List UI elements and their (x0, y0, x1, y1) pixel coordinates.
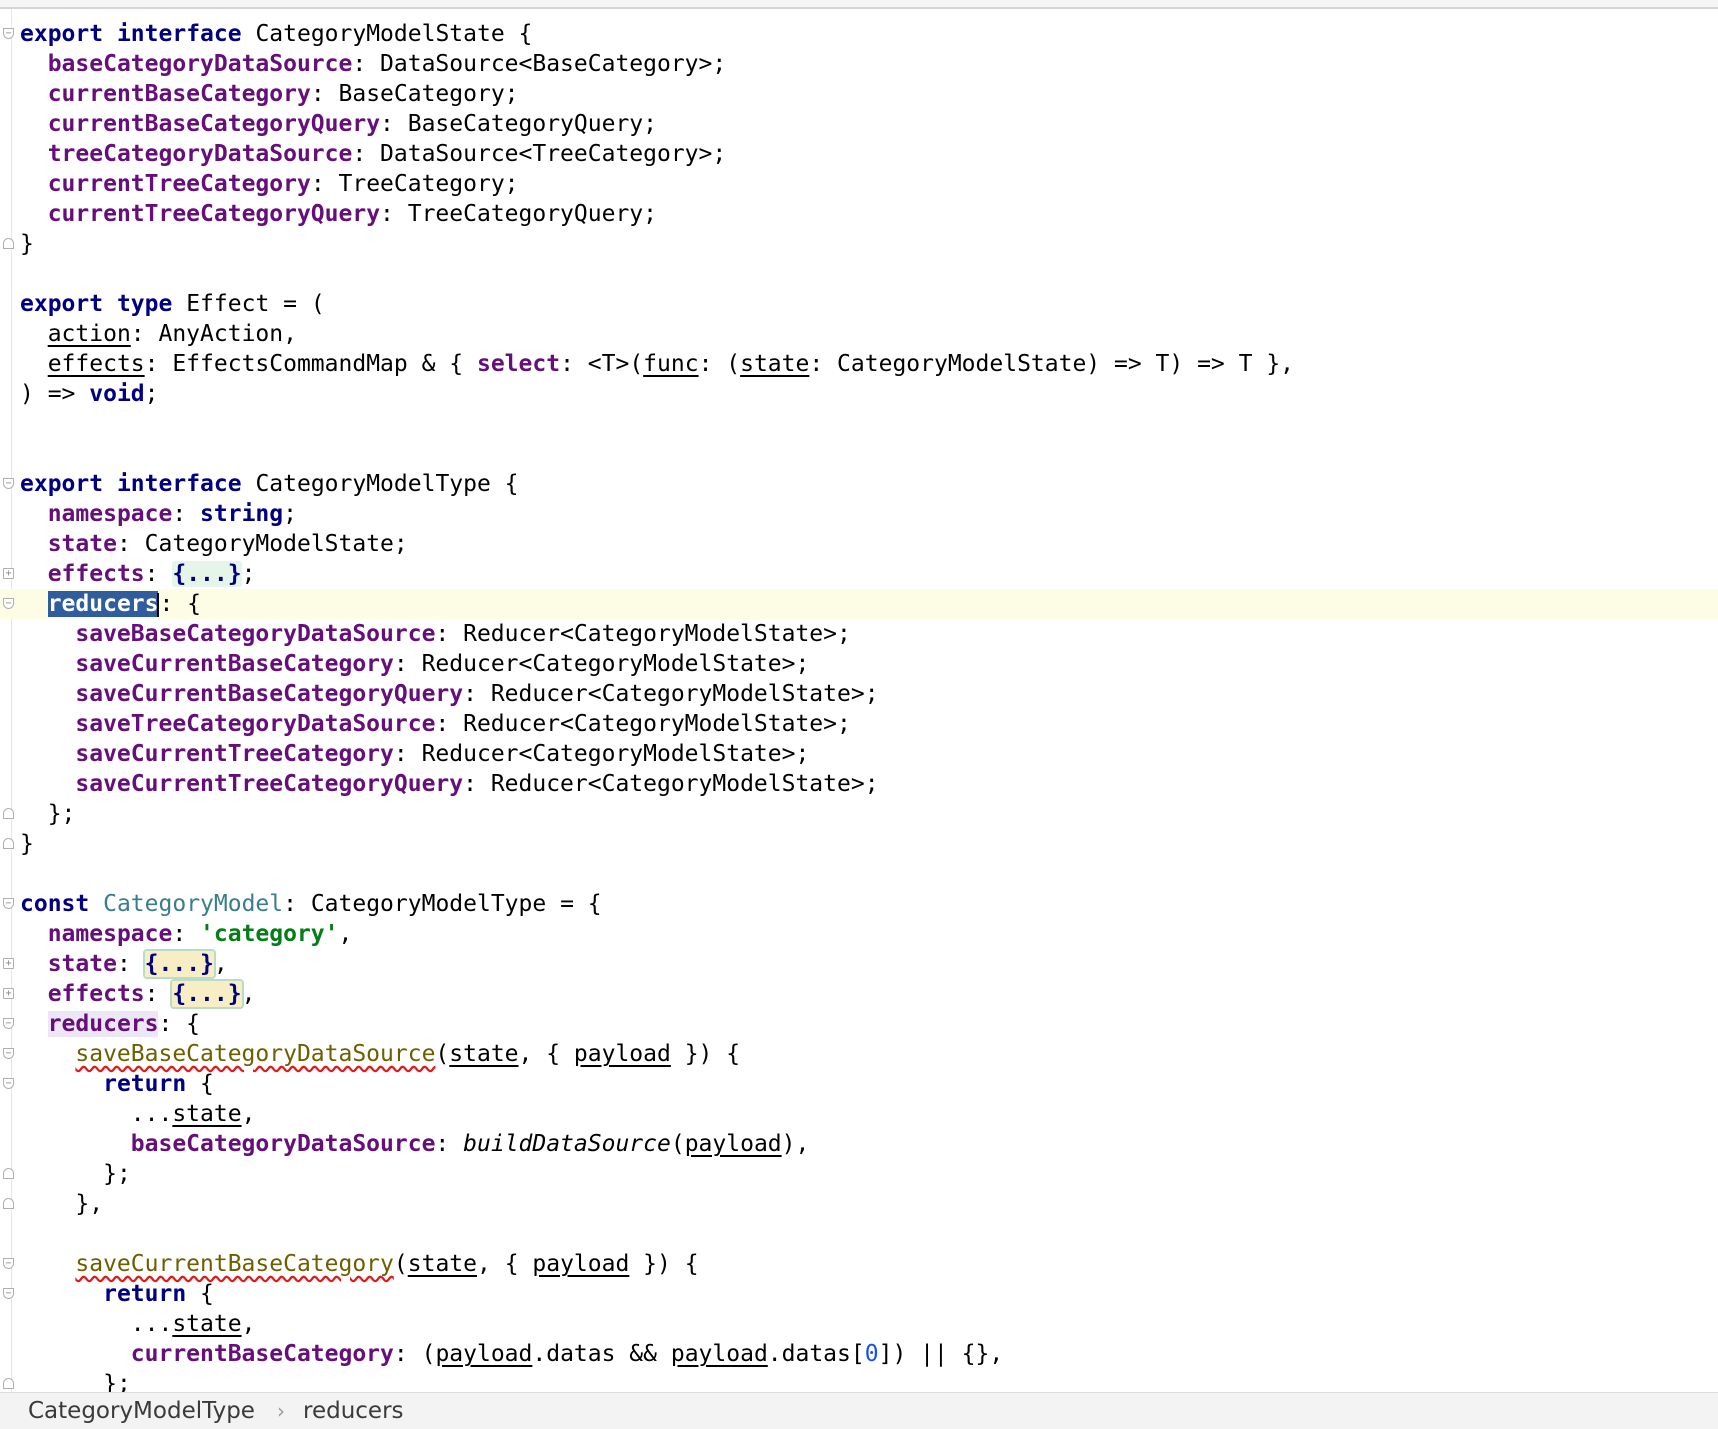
code-line[interactable]: saveCurrentBaseCategoryQuery: Reducer<Ca… (0, 679, 1718, 709)
code-line[interactable]: state: CategoryModelState; (0, 529, 1718, 559)
code-line[interactable]: baseCategoryDataSource: buildDataSource(… (0, 1129, 1718, 1159)
code-line[interactable]: + effects: {...}, (0, 979, 1718, 1009)
code-line[interactable]: }; (0, 1159, 1718, 1189)
code-line[interactable]: − return { (0, 1279, 1718, 1309)
code-line[interactable]: } (0, 829, 1718, 859)
fold-expand-icon[interactable]: + (3, 988, 14, 999)
fold-open-icon[interactable]: − (3, 28, 14, 39)
code-line[interactable] (0, 1219, 1718, 1249)
folded-region[interactable]: {...} (172, 561, 242, 587)
code-lines[interactable]: − export interface CategoryModelState { b… (0, 19, 1718, 1392)
folded-region[interactable]: {...} (142, 949, 216, 979)
selected-text[interactable]: reducers (47, 591, 159, 617)
fold-expand-icon[interactable]: + (3, 958, 14, 969)
code-line[interactable]: } (0, 229, 1718, 259)
code-line[interactable] (0, 859, 1718, 889)
code-line[interactable]: }, (0, 1189, 1718, 1219)
code-editor[interactable]: − export interface CategoryModelState { b… (0, 9, 1718, 1392)
fold-open-icon[interactable]: − (3, 1288, 14, 1299)
fold-open-icon[interactable]: − (3, 1048, 14, 1059)
fold-open-icon[interactable]: − (3, 1018, 14, 1029)
fold-open-icon[interactable]: − (3, 898, 14, 909)
breadcrumb: CategoryModelType › reducers (0, 1392, 1718, 1429)
folded-region[interactable]: {...} (170, 979, 244, 1009)
code-line[interactable]: saveCurrentTreeCategory: Reducer<Categor… (0, 739, 1718, 769)
code-line[interactable]: + state: {...}, (0, 949, 1718, 979)
code-line[interactable]: saveCurrentBaseCategory: Reducer<Categor… (0, 649, 1718, 679)
breadcrumb-item-reducers[interactable]: reducers (303, 1393, 404, 1429)
code-line[interactable]: − return { (0, 1069, 1718, 1099)
code-line[interactable]: effects: EffectsCommandMap & { select: <… (0, 349, 1718, 379)
code-line[interactable]: treeCategoryDataSource: DataSource<TreeC… (0, 139, 1718, 169)
code-line[interactable]: saveCurrentTreeCategoryQuery: Reducer<Ca… (0, 769, 1718, 799)
code-line[interactable] (0, 259, 1718, 289)
fold-close-icon[interactable] (3, 1198, 14, 1209)
code-line[interactable]: − saveBaseCategoryDataSource(state, { pa… (0, 1039, 1718, 1069)
fold-open-icon[interactable]: − (3, 1078, 14, 1089)
code-line-current[interactable]: − reducers: { (0, 589, 1718, 619)
chevron-right-icon: › (277, 1399, 285, 1423)
code-line[interactable]: currentBaseCategory: (payload.datas && p… (0, 1339, 1718, 1369)
code-line[interactable]: currentBaseCategoryQuery: BaseCategoryQu… (0, 109, 1718, 139)
code-line[interactable]: − export interface CategoryModelType { (0, 469, 1718, 499)
code-line[interactable]: namespace: string; (0, 499, 1718, 529)
fold-close-icon[interactable] (3, 838, 14, 849)
code-line[interactable]: − saveCurrentBaseCategory(state, { paylo… (0, 1249, 1718, 1279)
code-line[interactable]: ...state, (0, 1099, 1718, 1129)
fold-open-icon[interactable]: − (3, 598, 14, 609)
top-border (0, 0, 1718, 9)
fold-close-icon[interactable] (3, 1378, 14, 1389)
breadcrumb-item-category-model-type[interactable]: CategoryModelType (28, 1393, 255, 1429)
fold-open-icon[interactable]: − (3, 1258, 14, 1269)
fold-close-icon[interactable] (3, 1168, 14, 1179)
fold-close-icon[interactable] (3, 238, 14, 249)
code-line[interactable] (0, 439, 1718, 469)
code-line[interactable]: − reducers: { (0, 1009, 1718, 1039)
code-line[interactable]: currentBaseCategory: BaseCategory; (0, 79, 1718, 109)
code-line[interactable] (0, 409, 1718, 439)
code-line[interactable]: + effects: {...}; (0, 559, 1718, 589)
code-line[interactable]: ...state, (0, 1309, 1718, 1339)
code-line[interactable]: namespace: 'category', (0, 919, 1718, 949)
code-line[interactable]: ) => void; (0, 379, 1718, 409)
fold-close-icon[interactable] (3, 808, 14, 819)
code-line[interactable]: action: AnyAction, (0, 319, 1718, 349)
code-line[interactable]: saveBaseCategoryDataSource: Reducer<Cate… (0, 619, 1718, 649)
fold-open-icon[interactable]: − (3, 478, 14, 489)
code-line[interactable]: − const CategoryModel: CategoryModelType … (0, 889, 1718, 919)
code-line[interactable]: saveTreeCategoryDataSource: Reducer<Cate… (0, 709, 1718, 739)
code-line[interactable]: export type Effect = ( (0, 289, 1718, 319)
code-line[interactable]: }; (0, 799, 1718, 829)
code-line[interactable]: }; (0, 1369, 1718, 1392)
fold-expand-icon[interactable]: + (3, 568, 14, 579)
code-line[interactable]: currentTreeCategory: TreeCategory; (0, 169, 1718, 199)
code-line[interactable]: currentTreeCategoryQuery: TreeCategoryQu… (0, 199, 1718, 229)
code-line[interactable]: baseCategoryDataSource: DataSource<BaseC… (0, 49, 1718, 79)
code-line[interactable]: − export interface CategoryModelState { (0, 19, 1718, 49)
